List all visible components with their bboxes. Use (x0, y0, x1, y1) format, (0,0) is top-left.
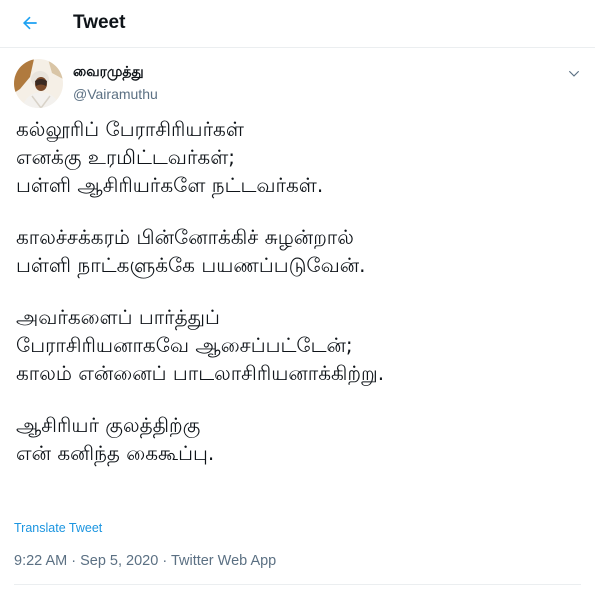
author-name[interactable]: வைரமுத்து (73, 63, 144, 81)
tweet-line: பேராசிரியனாகவே ஆசைப்பட்டேன்; (16, 333, 353, 357)
tweet-line: காலம் என்னைப் பாடலாசிரியனாக்கிற்று. (16, 361, 385, 385)
meta-separator: · (67, 553, 81, 569)
tweet-paragraph: அவர்களைப் பார்த்துப் பேராசிரியனாகவே ஆசைப… (16, 303, 586, 387)
tweet-time[interactable]: 9:22 AM (14, 553, 67, 569)
page-title: Tweet (73, 12, 126, 33)
tweet-paragraph: கல்லூரிப் பேராசிரியர்கள் எனக்கு உரமிட்டவ… (16, 115, 586, 199)
tweet-line: கல்லூரிப் பேராசிரியர்கள் (16, 117, 244, 141)
avatar-image (14, 59, 63, 108)
author-handle[interactable]: @Vairamuthu (73, 85, 158, 103)
page-header: Tweet (0, 0, 595, 48)
translate-tweet-link[interactable]: Translate Tweet (14, 520, 102, 536)
tweet-line: என் கனிந்த கைகூப்பு. (16, 441, 215, 465)
tweet-paragraph: காலச்சக்கரம் பின்னோக்கிச் சுழன்றால் பள்ள… (16, 223, 586, 279)
tweet-date[interactable]: Sep 5, 2020 (80, 553, 158, 569)
meta-separator: · (158, 553, 171, 569)
tweet-line: ஆசிரியர் குலத்திற்கு (16, 413, 201, 437)
tweet-line: பள்ளி ஆசிரியர்களே நட்டவர்கள். (16, 173, 324, 197)
arrow-left-icon (22, 16, 37, 30)
tweet-line: பள்ளி நாட்களுக்கே பயணப்படுவேன். (16, 253, 366, 277)
more-options-button[interactable] (564, 64, 584, 84)
divider (14, 584, 581, 585)
tweet-line: எனக்கு உரமிட்டவர்கள்; (16, 145, 235, 169)
tweet-line: காலச்சக்கரம் பின்னோக்கிச் சுழன்றால் (16, 225, 354, 249)
tweet-line: அவர்களைப் பார்த்துப் (16, 305, 220, 329)
back-button[interactable] (16, 9, 44, 37)
chevron-down-icon (568, 70, 580, 77)
tweet-paragraph: ஆசிரியர் குலத்திற்கு என் கனிந்த கைகூப்பு… (16, 411, 586, 467)
tweet-text: கல்லூரிப் பேராசிரியர்கள் எனக்கு உரமிட்டவ… (16, 115, 586, 491)
tweet-source: Twitter Web App (170, 553, 277, 569)
tweet-metadata: 9:22 AM · Sep 5, 2020 · Twitter Web App (14, 552, 276, 570)
avatar[interactable] (14, 59, 63, 108)
